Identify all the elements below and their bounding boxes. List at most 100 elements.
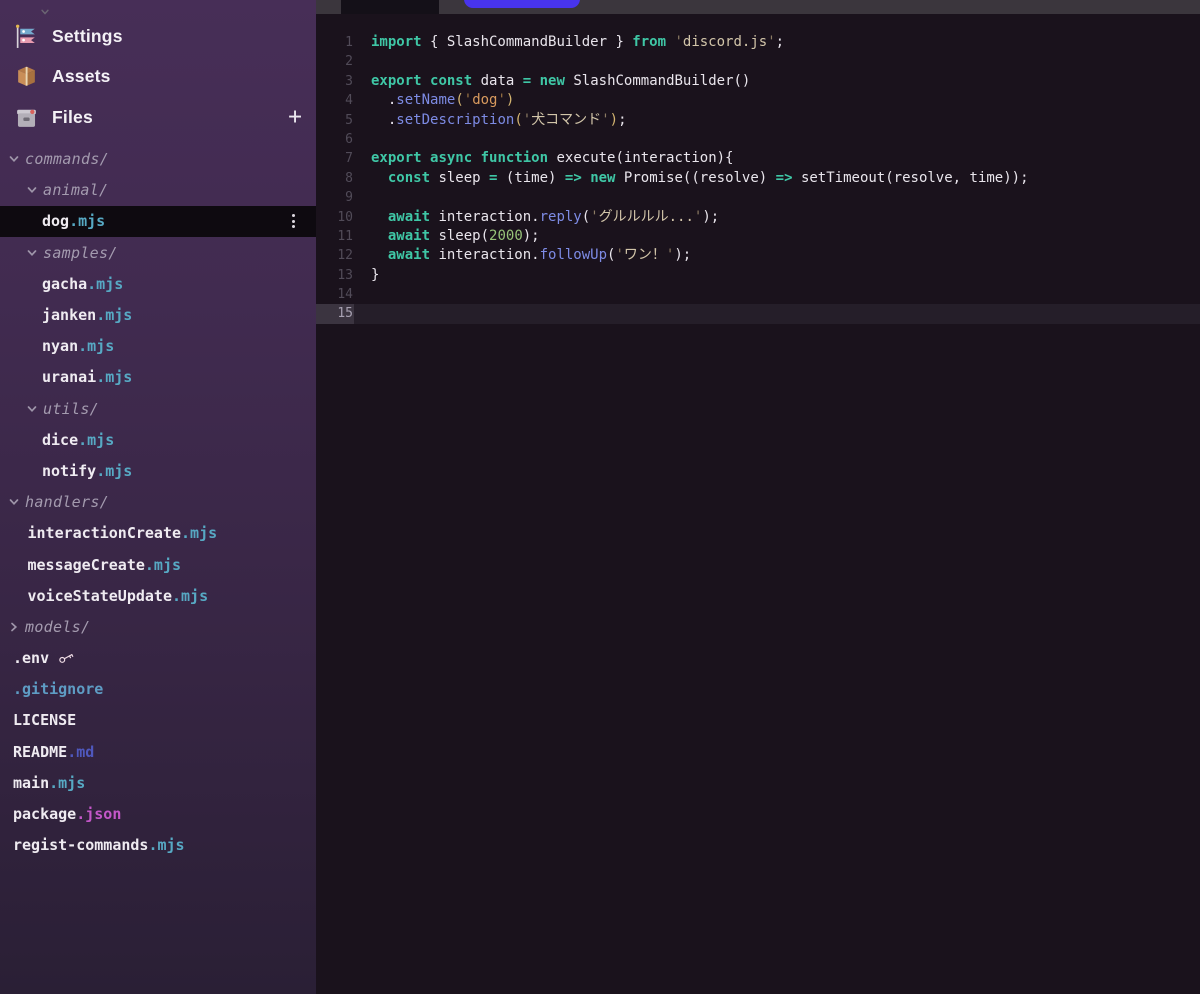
tree-file-dice-mjs[interactable]: dice .mjs [0, 424, 316, 455]
file-name: README [13, 742, 68, 761]
tree-file-dog-mjs[interactable]: dog .mjs [0, 205, 316, 238]
line-number: 5 [345, 112, 353, 128]
code-editor[interactable]: 1 import { SlashCommandBuilder } from 'di… [41, 9, 1200, 994]
tree-file-README-md[interactable]: README .md [0, 736, 316, 767]
code-line[interactable]: 12 await interaction.followUp('ワン！'); [316, 246, 1200, 265]
token-txt: SlashCommandBuilder() [564, 72, 751, 89]
token-kw: function [480, 150, 549, 167]
code-line[interactable]: 14 [316, 285, 1200, 304]
nav-item-label: Settings [52, 25, 123, 46]
tree-folder-samples[interactable]: samples/ [0, 237, 316, 268]
token-kw: => [775, 169, 793, 186]
code-line[interactable]: 11 await sleep(2000); [316, 227, 1200, 246]
chevron-down-icon[interactable] [26, 184, 38, 196]
tree-file-env[interactable]: .env [0, 643, 316, 674]
token-str: グルルルル... [598, 208, 694, 225]
tree-folder-handlers[interactable]: handlers/ [0, 487, 316, 518]
token-txt: interaction. [430, 208, 540, 225]
line-number: 3 [345, 73, 353, 89]
token-txt: ; [618, 111, 627, 128]
token-kw: => [564, 169, 582, 186]
code-line-current[interactable]: 15 [316, 304, 1200, 324]
code-text: .setDescription('犬コマンド'); [354, 111, 627, 130]
code-line[interactable]: 9 [316, 188, 1200, 207]
line-number: 15 [316, 304, 354, 324]
key-icon [58, 650, 75, 667]
sidebar-nav: Settings Assets Files + [0, 0, 316, 138]
file-name: uranai [42, 368, 97, 387]
chevron-down-icon[interactable] [26, 403, 38, 415]
file-name: dice [42, 430, 79, 449]
code-line[interactable]: 6 [316, 130, 1200, 149]
tree-file-voiceStateUpdate-mjs[interactable]: voiceStateUpdate .mjs [0, 580, 316, 611]
chevron-down-icon[interactable] [26, 247, 38, 259]
file-name: gacha [42, 274, 88, 293]
tree-file-main-mjs[interactable]: main .mjs [0, 767, 316, 798]
tree-file-notify-mjs[interactable]: notify .mjs [0, 455, 316, 486]
code-line[interactable]: 7 export async function execute(interacti… [41, 9, 1200, 168]
tree-folder-models[interactable]: models/ [0, 611, 316, 642]
file-extension: .json [76, 805, 122, 824]
add-file-button[interactable]: + [288, 105, 302, 129]
primary-action-button[interactable] [464, 0, 580, 8]
token-gold: ) [609, 111, 619, 128]
token-orangeq: ' [497, 92, 506, 109]
nav-item-assets[interactable]: Assets [0, 57, 316, 98]
token-txt: data [472, 72, 523, 89]
code-line[interactable]: 8 const sleep = (time) => new Promise((r… [316, 169, 1200, 188]
chevron-right-icon[interactable] [8, 621, 20, 633]
file-extension: .mjs [96, 306, 133, 325]
nav-item-files[interactable]: Files + [0, 97, 316, 138]
code-line[interactable]: 4 .setName('dog') [316, 91, 1200, 110]
token-gold: ) [505, 92, 515, 109]
nav-item-settings[interactable]: Settings [0, 16, 316, 57]
file-name: main [13, 773, 50, 792]
token-txt: Promise((resolve) [615, 169, 776, 186]
tree-file-gacha-mjs[interactable]: gacha .mjs [0, 268, 316, 299]
tree-file-janken-mjs[interactable]: janken .mjs [0, 299, 316, 330]
file-extension: .mjs [96, 461, 133, 480]
token-kw: new [539, 72, 565, 89]
tree-file-interactionCreate-mjs[interactable]: interactionCreate .mjs [0, 518, 316, 549]
chevron-down-icon[interactable] [8, 496, 20, 508]
active-file-tab[interactable] [341, 0, 439, 14]
code-line[interactable]: 2 [316, 52, 1200, 71]
folder-label: animal/ [43, 181, 109, 200]
tree-file-package-json[interactable]: package .json [0, 798, 316, 829]
line-number: 6 [345, 131, 353, 147]
file-tree: commands/animal/dog .mjs samples/gacha .mjs… [0, 144, 316, 861]
line-number: 9 [345, 190, 353, 206]
tree-file-messageCreate-mjs[interactable]: messageCreate .mjs [0, 549, 316, 580]
tree-folder-utils[interactable]: utils/ [0, 393, 316, 424]
tree-file-uranai-mjs[interactable]: uranai .mjs [0, 362, 316, 393]
token-orangeq: ' [463, 92, 473, 109]
line-number: 7 [345, 151, 353, 167]
editor-pane: 1 import { SlashCommandBuilder } from 'di… [41, 0, 1200, 994]
code-line[interactable]: 13} [316, 266, 1200, 285]
code-line[interactable]: 10 await interaction.reply('グルルルル...'); [316, 208, 1200, 227]
tree-file-regist-commands-mjs[interactable]: regist-commands .mjs [0, 830, 316, 861]
token-num: 2000 [489, 227, 523, 244]
tree-folder-commands[interactable]: commands/ [0, 144, 316, 175]
code-line[interactable]: 3 export const data = new SlashCommandBui… [316, 72, 1200, 91]
tree-file-LICENSE[interactable]: LICENSE [0, 705, 316, 736]
token-txt: { SlashCommandBuilder } [421, 34, 633, 50]
chevron-down-icon[interactable] [8, 153, 20, 165]
file-name: .env [13, 649, 50, 668]
token-kw: from [632, 34, 667, 50]
token-txt: setTimeout(resolve, time)); [792, 169, 1029, 186]
tree-folder-animal[interactable]: animal/ [0, 175, 316, 206]
token-fn: setDescription [396, 111, 515, 128]
code-line[interactable]: 1 import { SlashCommandBuilder } from 'di… [316, 33, 1200, 52]
token-fn: reply [539, 208, 582, 225]
kebab-menu-icon[interactable] [288, 210, 299, 232]
tree-file-gitignore[interactable]: .gitignore [0, 674, 316, 705]
line-number: 12 [337, 248, 353, 264]
tree-file-nyan-mjs[interactable]: nyan .mjs [0, 331, 316, 362]
token-str: 犬コマンド [531, 111, 602, 128]
code-line[interactable]: 5 .setDescription('犬コマンド'); [316, 111, 1200, 130]
